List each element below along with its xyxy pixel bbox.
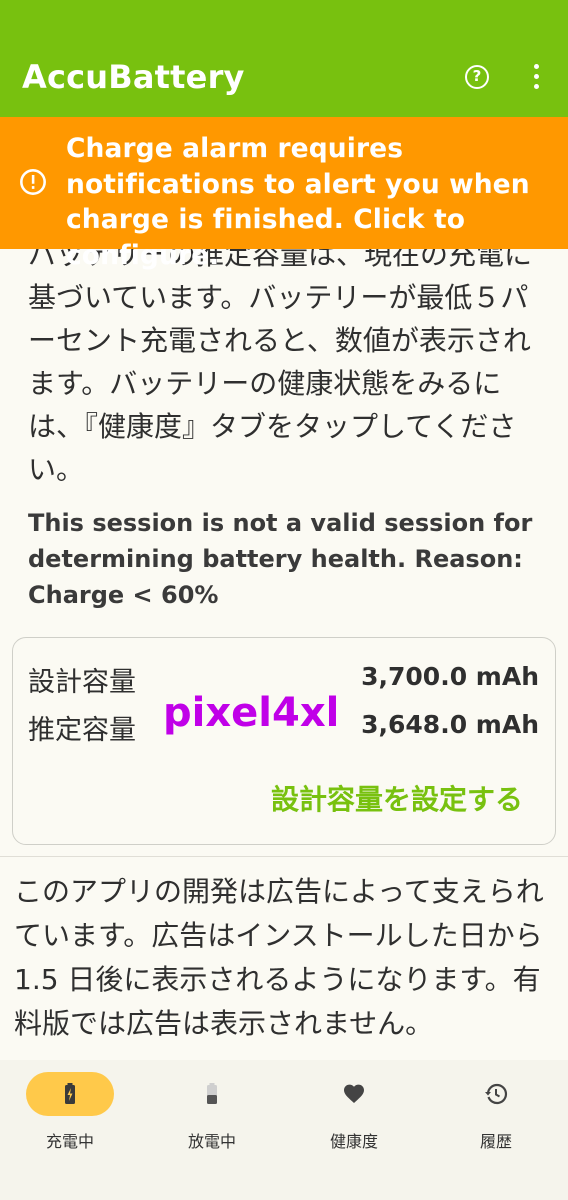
battery-charging-icon — [26, 1072, 114, 1116]
tab-history[interactable]: 履歴 — [436, 1072, 556, 1152]
history-icon — [452, 1072, 540, 1116]
set-design-capacity-link[interactable]: 設計容量を設定する — [271, 778, 523, 818]
tab-health[interactable]: 健康度 — [294, 1072, 414, 1152]
app-title: AccuBattery — [22, 58, 245, 96]
tab-label: 放電中 — [187, 1132, 236, 1151]
tab-charging[interactable]: 充電中 — [10, 1072, 130, 1152]
alert-circle-icon — [19, 168, 47, 196]
tab-label: 充電中 — [45, 1132, 94, 1151]
help-icon[interactable]: ? — [465, 65, 489, 89]
more-options-icon[interactable] — [528, 64, 544, 92]
estimated-capacity-label: 推定容量 — [28, 715, 136, 746]
tab-discharging[interactable]: 放電中 — [152, 1072, 272, 1152]
session-validity-note: This session is not a valid session for … — [28, 509, 533, 609]
intro-text: バッテリーの推定容量は、現在の充電に基づいています。バッテリーが最低５パーセント… — [28, 249, 533, 486]
bottom-navigation: 充電中 放電中 健康度 履歴 — [0, 1060, 568, 1200]
intro-section: バッテリーの推定容量は、現在の充電に基づいています。バッテリーが最低５パーセント… — [0, 249, 568, 495]
alert-text: Charge alarm requires notifications to a… — [66, 133, 530, 271]
app-bar: AccuBattery ? — [0, 0, 568, 117]
tab-label: 健康度 — [329, 1132, 378, 1151]
tab-label: 履歴 — [479, 1132, 512, 1151]
capacity-card: 設計容量 3,700.0 mAh 推定容量 3,648.0 mAh pixel4… — [12, 637, 556, 845]
notification-alert-banner[interactable]: Charge alarm requires notifications to a… — [0, 117, 568, 271]
battery-discharging-icon — [168, 1072, 256, 1116]
divider — [0, 856, 568, 857]
heart-icon — [310, 1072, 398, 1116]
estimated-capacity-value: 3,648.0 mAh — [361, 710, 539, 739]
ad-notice-text: このアプリの開発は広告によって支えられています。広告はインストールした日から1.… — [14, 875, 544, 1040]
design-capacity-value: 3,700.0 mAh — [361, 662, 539, 691]
design-capacity-label: 設計容量 — [28, 667, 136, 698]
device-watermark: pixel4xl — [163, 690, 340, 736]
